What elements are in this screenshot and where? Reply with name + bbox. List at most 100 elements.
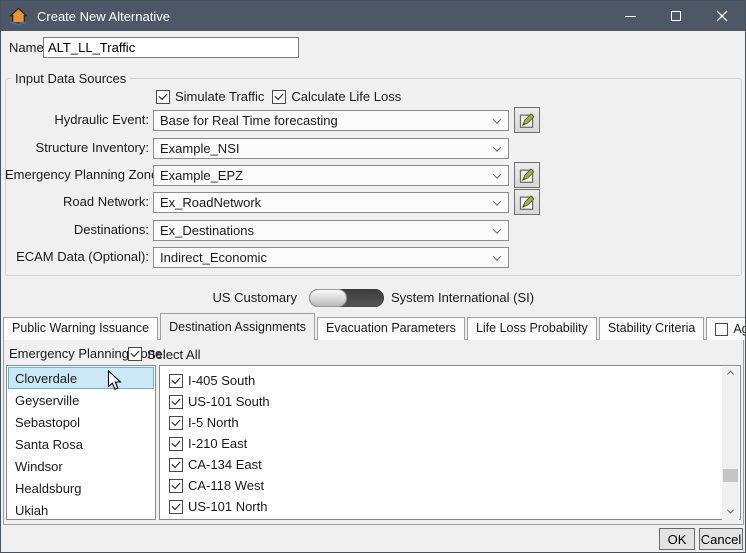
structure-inventory-dropdown[interactable]: Example_NSI xyxy=(153,138,509,159)
hydraulic-event-value: Base for Real Time forecasting xyxy=(160,113,338,128)
zone-item-windsor[interactable]: Windsor xyxy=(8,455,154,477)
destination-item[interactable]: US-101 North xyxy=(160,496,740,517)
ok-button[interactable]: OK xyxy=(659,528,695,550)
ecam-data-value: Indirect_Economic xyxy=(160,250,267,265)
close-icon xyxy=(716,10,728,22)
chevron-up-icon xyxy=(726,370,735,378)
tab-stability-criteria[interactable]: Stability Criteria xyxy=(598,317,705,340)
vertical-scrollbar[interactable] xyxy=(722,367,739,520)
cancel-button[interactable]: Cancel xyxy=(699,528,743,550)
name-input[interactable] xyxy=(43,37,299,58)
scroll-down-button[interactable] xyxy=(722,503,739,520)
zone-item-geyserville[interactable]: Geyserville xyxy=(8,389,154,411)
destination-label: US-101 North xyxy=(188,499,268,514)
tab-evacuation-parameters[interactable]: Evacuation Parameters xyxy=(317,317,465,340)
zone-item-cloverdale[interactable]: Cloverdale xyxy=(8,367,154,389)
edit-pencil-icon xyxy=(519,167,534,183)
name-label: Name: xyxy=(9,40,48,55)
chevron-down-icon xyxy=(492,251,502,261)
destination-list: I-405 South US-101 South I-5 North I-210… xyxy=(159,365,741,520)
us-customary-label: US Customary xyxy=(212,290,297,305)
edit-pencil-icon xyxy=(519,194,534,210)
destination-item[interactable]: I-405 South xyxy=(160,370,740,391)
destinations-value: Ex_Destinations xyxy=(160,223,254,238)
chevron-down-icon xyxy=(492,142,502,152)
calculate-life-loss-checkbox[interactable] xyxy=(272,89,287,104)
select-all-checkbox[interactable] xyxy=(128,347,142,361)
scrollbar-thumb[interactable] xyxy=(723,469,738,482)
road-network-value: Ex_RoadNetwork xyxy=(160,195,262,210)
maximize-button[interactable] xyxy=(653,1,699,31)
road-network-edit-button[interactable] xyxy=(514,189,540,215)
destination-checkbox[interactable] xyxy=(169,499,183,514)
destination-label: I-5 North xyxy=(188,415,239,430)
emergency-planning-zone-label: Emergency Planning Zone: xyxy=(5,167,162,182)
maximize-icon xyxy=(671,11,681,21)
ecam-data-dropdown[interactable]: Indirect_Economic xyxy=(153,247,509,268)
edit-pencil-icon xyxy=(519,112,534,128)
ecam-data-row: ECAM Data (Optional): Indirect_Economic xyxy=(5,247,742,268)
destination-label: I-210 East xyxy=(188,436,248,451)
destination-item[interactable]: CA-118 West xyxy=(160,475,740,496)
chevron-down-icon xyxy=(492,196,502,206)
hydraulic-event-dropdown[interactable]: Base for Real Time forecasting xyxy=(153,110,509,131)
unit-toggle[interactable] xyxy=(309,289,384,307)
tab-public-warning-issuance[interactable]: Public Warning Issuance xyxy=(3,317,159,340)
window-title: Create New Alternative xyxy=(37,8,170,24)
destinations-dropdown[interactable]: Ex_Destinations xyxy=(153,220,509,241)
hydraulic-event-row: Hydraulic Event: Base for Real Time fore… xyxy=(5,107,742,133)
destinations-label: Destinations: xyxy=(73,222,149,237)
destination-item[interactable]: I-5 North xyxy=(160,412,740,433)
mouse-cursor-icon xyxy=(107,370,122,391)
chevron-down-icon xyxy=(492,169,502,179)
destinations-row: Destinations: Ex_Destinations xyxy=(5,220,742,241)
road-network-dropdown[interactable]: Ex_RoadNetwork xyxy=(153,192,509,213)
agriculture-checkbox[interactable] xyxy=(715,322,729,336)
hydraulic-event-label: Hydraulic Event: xyxy=(54,112,149,127)
tab-life-loss-probability[interactable]: Life Loss Probability xyxy=(466,317,597,340)
zone-item-santa-rosa[interactable]: Santa Rosa xyxy=(8,433,154,455)
destination-checkbox[interactable] xyxy=(169,457,183,472)
emergency-planning-zone-edit-button[interactable] xyxy=(514,162,540,188)
select-all-control: Select All xyxy=(128,344,200,364)
destination-label: I-405 South xyxy=(188,373,256,388)
zone-item-ukiah[interactable]: Ukiah xyxy=(8,499,154,521)
tab-destination-assignments[interactable]: Destination Assignments xyxy=(160,313,315,340)
simulate-traffic-label: Simulate Traffic xyxy=(175,89,265,104)
select-all-label: Select All xyxy=(147,346,201,362)
input-data-sources-title: Input Data Sources xyxy=(11,71,131,86)
destination-checkbox[interactable] xyxy=(169,436,183,451)
hydraulic-event-edit-button[interactable] xyxy=(514,107,540,133)
zone-item-sebastopol[interactable]: Sebastopol xyxy=(8,411,154,433)
unit-toggle-row: US Customary System International (SI) xyxy=(1,288,745,308)
destination-item[interactable]: US-101 South xyxy=(160,391,740,412)
destination-item[interactable]: CA-134 East xyxy=(160,454,740,475)
minimize-icon xyxy=(624,15,636,17)
road-network-row: Road Network: Ex_RoadNetwork xyxy=(5,189,742,215)
emergency-planning-zone-dropdown[interactable]: Example_EPZ xyxy=(153,165,509,186)
calculate-life-loss-label: Calculate Life Loss xyxy=(291,89,402,104)
zone-list: Cloverdale Geyserville Sebastopol Santa … xyxy=(6,365,156,520)
destination-checkbox[interactable] xyxy=(169,373,183,388)
destination-checkbox[interactable] xyxy=(169,478,183,493)
destination-checkbox[interactable] xyxy=(169,415,183,430)
destination-item[interactable]: I-210 East xyxy=(160,433,740,454)
destination-label: CA-134 East xyxy=(188,457,262,472)
ecam-data-label: ECAM Data (Optional): xyxy=(16,249,149,264)
tab-agriculture-label: Agriculture xyxy=(733,321,745,336)
close-button[interactable] xyxy=(699,1,745,31)
structure-inventory-value: Example_NSI xyxy=(160,141,240,156)
create-new-alternative-dialog: Create New Alternative Name: Input Data … xyxy=(0,0,746,553)
destination-checkbox[interactable] xyxy=(169,394,183,409)
zone-item-healdsburg[interactable]: Healdsburg xyxy=(8,477,154,499)
simulate-traffic-checkbox[interactable] xyxy=(156,89,170,104)
emergency-planning-zone-row: Emergency Planning Zone: Example_EPZ xyxy=(5,162,742,188)
system-international-label: System International (SI) xyxy=(391,290,535,305)
scroll-up-button[interactable] xyxy=(722,367,739,384)
road-network-label: Road Network: xyxy=(63,194,149,209)
destination-label: US-101 South xyxy=(188,394,270,409)
structure-inventory-label: Structure Inventory: xyxy=(35,140,149,155)
unit-toggle-knob[interactable] xyxy=(309,289,347,307)
tab-agriculture[interactable]: Agriculture xyxy=(706,317,745,340)
minimize-button[interactable] xyxy=(607,1,653,31)
